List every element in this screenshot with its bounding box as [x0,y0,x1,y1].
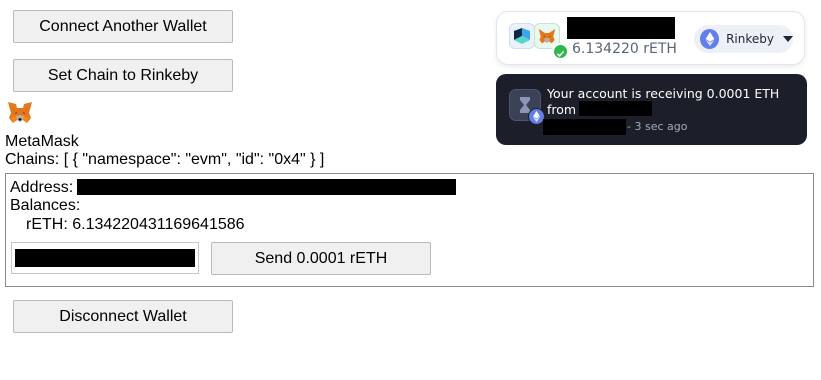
recipient-address-redacted [15,249,195,267]
notification-from-label: from [547,102,577,117]
notification-message: Your account is receiving 0.0001 ETH [547,86,780,101]
disconnect-wallet-button[interactable]: Disconnect Wallet [13,300,233,333]
ethereum-icon [700,29,720,49]
balance-value: rETH: 6.134220431169641586 [26,216,245,233]
tx-hash-redacted [543,119,626,135]
widget-balance: 6.134220 rETH [572,41,677,57]
chain-selector[interactable]: Rinkeby [694,25,793,53]
sender-address-redacted [579,101,652,116]
account-panel: Address: Balances: rETH: 6.1342204311696… [5,173,814,287]
recipient-address-input[interactable] [11,242,199,274]
send-button[interactable]: Send 0.0001 rETH [211,242,431,275]
wallet-provider-icon [509,23,535,49]
wallet-label: MetaMask [5,133,79,150]
account-widget[interactable]: 6.134220 rETH Rinkeby [496,11,805,65]
address-value-redacted [77,179,456,195]
connect-another-wallet-button[interactable]: Connect Another Wallet [13,10,233,43]
address-label: Address: [10,179,74,196]
chevron-down-icon [783,36,793,42]
chains-info: Chains: [ { "namespace": "evm", "id": "0… [5,151,325,168]
chain-name: Rinkeby [726,32,774,46]
account-name-redacted [567,17,675,39]
metamask-fox-icon [7,101,33,125]
connected-check-icon [552,43,569,60]
transaction-notification: Your account is receiving 0.0001 ETH fro… [496,74,807,145]
set-chain-button[interactable]: Set Chain to Rinkeby [13,59,233,92]
balances-label: Balances: [10,197,81,214]
notification-time: - 3 sec ago [627,120,688,133]
